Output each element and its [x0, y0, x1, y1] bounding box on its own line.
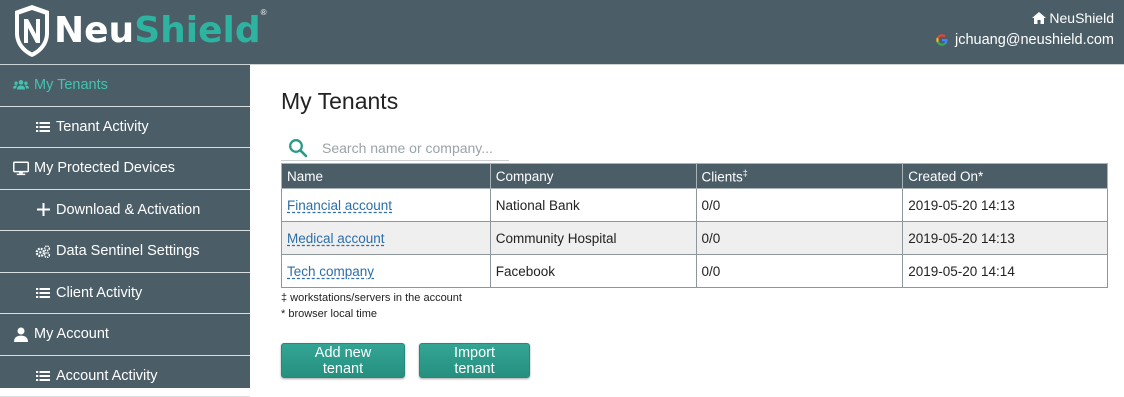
tenant-created-cell: 2019-05-20 14:14 [903, 255, 1108, 288]
home-icon [1031, 11, 1047, 25]
sidebar-item-label: My Tenants [34, 77, 108, 93]
sidebar-item-download-activation[interactable]: Download & Activation [0, 190, 250, 232]
tenants-table: Name Company Clients‡ Created On* Financ… [281, 163, 1108, 288]
sidebar-item-label: Tenant Activity [56, 119, 149, 135]
cogs-icon [35, 243, 51, 259]
sidebar-item-my-account[interactable]: My Account [0, 314, 250, 356]
logo-text-neu: Neu [54, 10, 134, 51]
users-icon [13, 77, 29, 93]
clients-footnote: ‡ workstations/servers in the account [281, 292, 462, 304]
tenant-company-cell: National Bank [490, 189, 696, 222]
search-bar [281, 135, 509, 161]
sidebar-item-label: My Account [34, 326, 109, 342]
header-user-area: NeuShield jchuang@neushield.com [935, 8, 1114, 50]
time-footnote: * browser local time [281, 308, 377, 320]
search-icon [288, 138, 308, 158]
user-account-link[interactable]: jchuang@neushield.com [935, 30, 1114, 50]
sidebar-item-label: My Protected Devices [34, 160, 175, 176]
column-header-clients-label: Clients [702, 169, 743, 184]
tenant-created-cell: 2019-05-20 14:13 [903, 189, 1108, 222]
column-header-company[interactable]: Company [490, 164, 696, 189]
sidebar-item-client-activity[interactable]: Client Activity [0, 273, 250, 315]
sidebar-item-my-tenants[interactable]: My Tenants [0, 65, 250, 107]
logo-wordmark: NeuShield [54, 13, 261, 49]
table-row: Financial account National Bank 0/0 2019… [282, 189, 1108, 222]
tenant-name-cell: Medical account [282, 222, 491, 255]
clients-footnote-mark: ‡ [743, 168, 748, 178]
table-row: Medical account Community Hospital 0/0 2… [282, 222, 1108, 255]
tenant-clients-cell: 0/0 [696, 255, 903, 288]
tenant-clients-cell: 0/0 [696, 222, 903, 255]
tenant-name-link[interactable]: Tech company [287, 264, 374, 279]
monitor-icon [13, 160, 29, 176]
home-link-label: NeuShield [1049, 10, 1114, 26]
tenant-company-cell: Facebook [490, 255, 696, 288]
home-link[interactable]: NeuShield [935, 8, 1114, 28]
registered-mark: ® [261, 8, 267, 17]
search-input[interactable] [322, 140, 502, 156]
list-icon [35, 368, 51, 384]
logo-text-shield: Shield [134, 10, 260, 51]
tenant-name-link[interactable]: Medical account [287, 231, 385, 246]
list-icon [35, 119, 51, 135]
sidebar-item-my-protected-devices[interactable]: My Protected Devices [0, 148, 250, 190]
tenant-clients-cell: 0/0 [696, 189, 903, 222]
tenant-name-cell: Financial account [282, 189, 491, 222]
column-header-clients[interactable]: Clients‡ [696, 164, 903, 189]
tenant-created-cell: 2019-05-20 14:13 [903, 222, 1108, 255]
sidebar-nav: My Tenants Tenant Activity My Protected … [0, 64, 250, 388]
table-header-row: Name Company Clients‡ Created On* [282, 164, 1108, 189]
tenant-name-cell: Tech company [282, 255, 491, 288]
sidebar-item-label: Data Sentinel Settings [56, 243, 199, 259]
sidebar-item-label: Account Activity [56, 368, 158, 384]
user-email: jchuang@neushield.com [955, 32, 1114, 48]
tenant-company-cell: Community Hospital [490, 222, 696, 255]
plus-icon [35, 202, 51, 218]
import-tenant-button[interactable]: Import tenant [419, 343, 530, 378]
list-icon [35, 285, 51, 301]
column-header-created-on[interactable]: Created On* [903, 164, 1108, 189]
column-header-name[interactable]: Name [282, 164, 491, 189]
top-header: NeuShield ® NeuShield jchuang@neushield.… [0, 0, 1124, 64]
add-new-tenant-button[interactable]: Add new tenant [281, 343, 405, 378]
main-content: My Tenants Name Company Clients‡ Created… [250, 64, 1124, 388]
tenant-name-link[interactable]: Financial account [287, 198, 392, 213]
neushield-logo[interactable]: NeuShield ® [12, 2, 267, 60]
sidebar-item-data-sentinel-settings[interactable]: Data Sentinel Settings [0, 231, 250, 273]
google-icon [935, 33, 949, 47]
table-row: Tech company Facebook 0/0 2019-05-20 14:… [282, 255, 1108, 288]
user-icon [13, 326, 29, 342]
page-title: My Tenants [281, 88, 398, 115]
shield-logo-icon [12, 3, 52, 59]
sidebar-item-tenant-activity[interactable]: Tenant Activity [0, 107, 250, 149]
sidebar-item-label: Download & Activation [56, 202, 200, 218]
sidebar-item-label: Client Activity [56, 285, 142, 301]
sidebar-item-account-activity[interactable]: Account Activity [0, 356, 250, 397]
